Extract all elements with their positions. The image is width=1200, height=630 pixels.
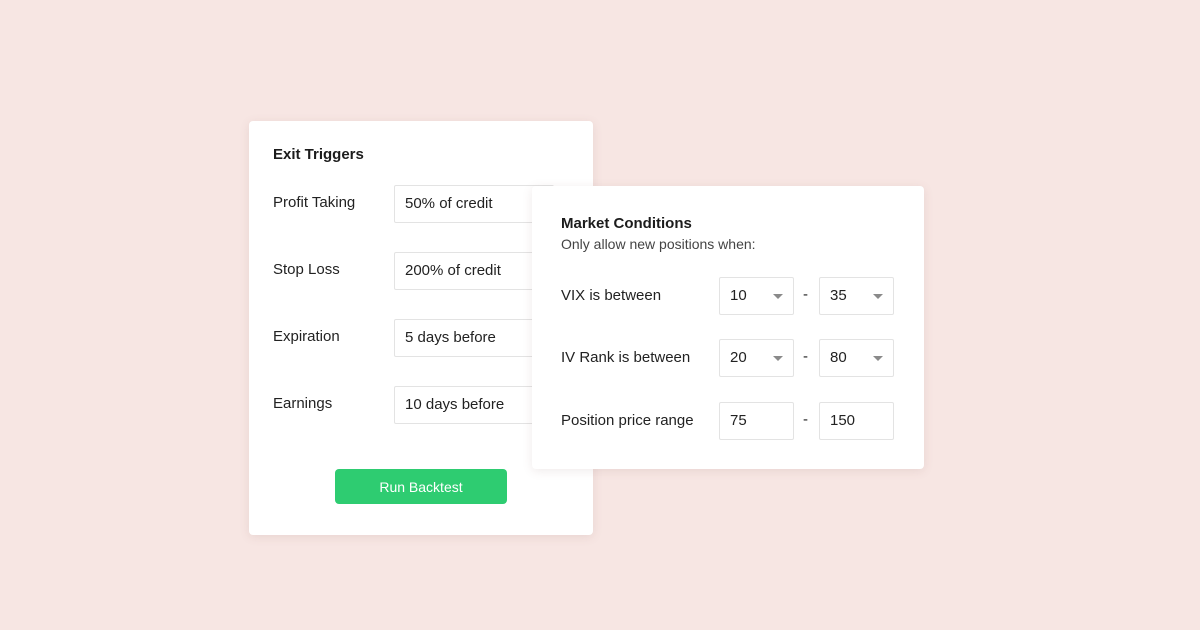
caret-down-icon — [773, 294, 783, 299]
profit-taking-input[interactable]: 50% of credit — [394, 185, 554, 223]
page: Exit Triggers Profit Taking 50% of credi… — [0, 0, 1200, 630]
vix-min-select[interactable]: 10 — [719, 277, 794, 315]
vix-row: VIX is between 10 - 35 — [561, 277, 901, 315]
vix-max-select[interactable]: 35 — [819, 277, 894, 315]
iv-rank-min-select[interactable]: 20 — [719, 339, 794, 377]
iv-rank-min-value: 20 — [730, 349, 747, 366]
vix-label: VIX is between — [561, 287, 662, 304]
iv-rank-max-select[interactable]: 80 — [819, 339, 894, 377]
expiration-label: Expiration — [273, 328, 340, 345]
position-price-max-input[interactable]: 150 — [819, 402, 894, 440]
iv-rank-row: IV Rank is between 20 - 80 — [561, 339, 901, 377]
caret-down-icon — [773, 356, 783, 361]
position-price-min-input[interactable]: 75 — [719, 402, 794, 440]
stop-loss-input[interactable]: 200% of credit — [394, 252, 554, 290]
expiration-input[interactable]: 5 days before — [394, 319, 554, 357]
vix-min-value: 10 — [730, 287, 747, 304]
profit-taking-label: Profit Taking — [273, 194, 356, 211]
range-separator: - — [803, 348, 808, 365]
position-price-row: Position price range 75 - 150 — [561, 402, 901, 440]
range-separator: - — [803, 411, 808, 428]
run-backtest-button[interactable]: Run Backtest — [335, 469, 507, 504]
iv-rank-max-value: 80 — [830, 349, 847, 366]
iv-rank-label: IV Rank is between — [561, 349, 691, 366]
range-separator: - — [803, 286, 808, 303]
position-price-label: Position price range — [561, 412, 694, 429]
stop-loss-label: Stop Loss — [273, 261, 340, 278]
earnings-input[interactable]: 10 days before — [394, 386, 554, 424]
position-price-min-value: 75 — [730, 412, 747, 429]
caret-down-icon — [873, 356, 883, 361]
caret-down-icon — [873, 294, 883, 299]
vix-max-value: 35 — [830, 287, 847, 304]
exit-triggers-title: Exit Triggers — [273, 146, 364, 163]
market-conditions-card: Market Conditions Only allow new positio… — [532, 186, 924, 469]
earnings-label: Earnings — [273, 395, 333, 412]
market-conditions-title: Market Conditions — [561, 215, 692, 232]
position-price-max-value: 150 — [830, 412, 856, 429]
market-conditions-subtitle: Only allow new positions when: — [561, 236, 756, 252]
